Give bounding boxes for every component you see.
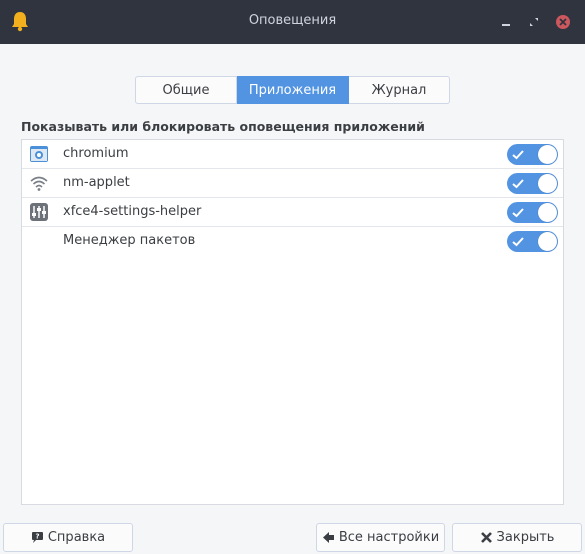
tab-applications[interactable]: Приложения — [237, 76, 349, 104]
app-name: xfce4-settings-helper — [63, 204, 202, 219]
check-icon — [512, 150, 524, 160]
minimize-button[interactable] — [498, 14, 514, 30]
help-button-label: Справка — [47, 530, 106, 545]
wifi-icon — [30, 176, 48, 191]
svg-text:?: ? — [35, 533, 39, 541]
check-icon — [512, 237, 524, 247]
all-settings-button[interactable]: Все настройки — [316, 523, 445, 552]
app-list: chromium nm-applet xfce4-settings-helper… — [21, 139, 564, 505]
all-settings-label: Все настройки — [338, 530, 440, 545]
app-name: chromium — [63, 146, 129, 161]
list-item: nm-applet — [22, 169, 563, 198]
tab-log[interactable]: Журнал — [349, 76, 450, 104]
notification-toggle[interactable] — [507, 173, 558, 194]
close-button-label: Закрыть — [496, 530, 555, 545]
list-item: chromium — [22, 140, 563, 169]
notification-toggle[interactable] — [507, 144, 558, 165]
help-icon: ? — [31, 532, 43, 543]
toggle-knob — [538, 174, 557, 193]
window-titlebar: Оповещения — [0, 0, 585, 44]
check-icon — [512, 208, 524, 218]
section-label: Показывать или блокировать оповещения пр… — [21, 119, 425, 134]
close-icon — [480, 532, 492, 543]
help-button[interactable]: ? Справка — [3, 523, 133, 552]
chromium-icon — [30, 146, 48, 162]
list-item: Менеджер пакетов — [22, 227, 563, 256]
close-button[interactable]: Закрыть — [452, 523, 582, 552]
toggle-knob — [538, 232, 557, 251]
list-item: xfce4-settings-helper — [22, 198, 563, 227]
maximize-button[interactable] — [526, 14, 542, 30]
settings-mixer-icon — [30, 203, 48, 221]
check-icon — [512, 179, 524, 189]
toggle-knob — [538, 203, 557, 222]
back-arrow-icon — [322, 532, 334, 543]
close-window-button[interactable] — [555, 14, 571, 30]
toggle-knob — [538, 145, 557, 164]
tab-bar: Общие Приложения Журнал — [135, 76, 450, 104]
notification-toggle[interactable] — [507, 231, 558, 252]
tab-general[interactable]: Общие — [135, 76, 237, 104]
notification-toggle[interactable] — [507, 202, 558, 223]
window-content: Общие Приложения Журнал Показывать или б… — [1, 44, 584, 553]
app-name: Менеджер пакетов — [63, 233, 196, 248]
app-name: nm-applet — [63, 175, 130, 190]
